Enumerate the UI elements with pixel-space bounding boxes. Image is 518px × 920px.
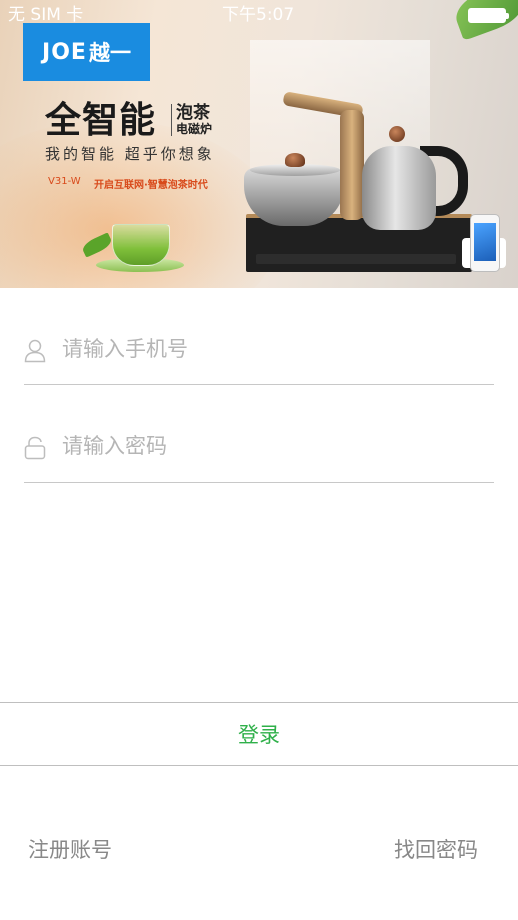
- login-button[interactable]: 登录: [0, 703, 518, 765]
- kettle-image: [362, 146, 436, 230]
- stove-panel: [256, 254, 456, 264]
- phone-input[interactable]: [62, 329, 482, 369]
- phone-field-underline: [24, 384, 494, 385]
- pot-knob: [285, 153, 305, 167]
- headline-side-line2: 电磁炉: [176, 122, 213, 136]
- battery-icon: [468, 8, 509, 23]
- password-field: [24, 426, 494, 466]
- headline-side: 泡茶 电磁炉: [176, 104, 212, 137]
- password-input[interactable]: [62, 426, 482, 466]
- status-time: 下午5:07: [222, 5, 295, 25]
- banner-slogan: 我的智能 超乎你想象: [45, 145, 215, 163]
- phone-field: [24, 329, 494, 369]
- lock-icon: [24, 436, 46, 460]
- recover-password-link[interactable]: 找回密码: [394, 834, 478, 864]
- register-link[interactable]: 注册账号: [28, 834, 112, 864]
- password-field-underline: [24, 482, 494, 483]
- brand-logo-cn: 越一: [88, 41, 131, 65]
- smartphone-screen: [474, 223, 496, 261]
- headline-divider: [171, 104, 172, 136]
- user-icon: [24, 339, 46, 363]
- headline-side-line1: 泡茶: [176, 103, 210, 123]
- product-tagline: 开启互联网·智慧泡茶时代: [94, 180, 208, 191]
- water-arm: [340, 110, 364, 220]
- brand-logo: JOE 越一: [23, 23, 150, 81]
- kettle-knob: [389, 126, 405, 142]
- login-bottom-divider: [0, 765, 518, 766]
- product-model: V31-W: [48, 176, 81, 187]
- banner-headline: 全智能: [45, 100, 157, 141]
- smartphone-image: [470, 214, 500, 272]
- brand-logo-en: JOE: [42, 39, 87, 65]
- tea-cup-image: [112, 224, 170, 266]
- promo-banner: 无 SIM 卡 下午5:07 JOE 越一 全智能 泡茶 电磁炉 我的智能 超乎…: [0, 0, 518, 288]
